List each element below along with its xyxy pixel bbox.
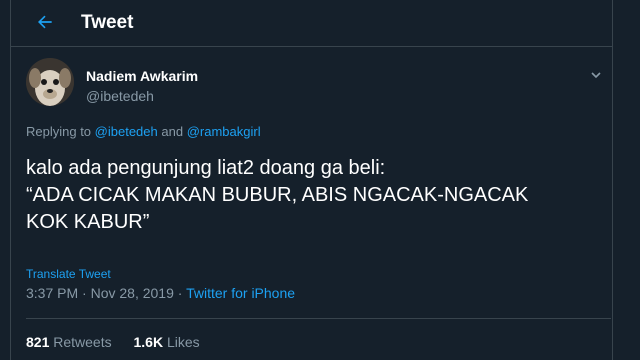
author-handle[interactable]: @ibetedeh bbox=[86, 88, 154, 104]
likes-stat[interactable]: 1.6K Likes bbox=[134, 334, 200, 350]
mention-link-1[interactable]: @ibetedeh bbox=[95, 124, 158, 139]
tweet-time[interactable]: 3:37 PM bbox=[26, 285, 78, 301]
retweets-stat[interactable]: 821 Retweets bbox=[26, 334, 112, 350]
tweet-date[interactable]: Nov 28, 2019 bbox=[91, 285, 174, 301]
arrow-left-icon bbox=[38, 15, 52, 29]
replying-to: Replying to @ibetedeh and @rambakgirl bbox=[26, 124, 261, 139]
likes-label: Likes bbox=[166, 334, 200, 350]
chevron-down-icon bbox=[591, 72, 601, 79]
tweet-line: KOK KABUR” bbox=[26, 211, 150, 233]
replying-to-label: Replying to bbox=[26, 124, 92, 139]
replying-to-conj: and bbox=[161, 124, 184, 139]
header-bar: Tweet bbox=[11, 0, 612, 47]
like-count: 1.6K bbox=[133, 334, 164, 350]
tweet-detail-panel: Tweet Nadiem Awkarim @ibetedeh Replying … bbox=[10, 0, 613, 360]
tweet-line: “ADA CICAK MAKAN BUBUR, ABIS NGACAK-NGAC… bbox=[26, 184, 529, 206]
retweet-count: 821 bbox=[26, 334, 50, 350]
translate-tweet-link[interactable]: Translate Tweet bbox=[26, 267, 111, 281]
author-name[interactable]: Nadiem Awkarim bbox=[86, 68, 198, 84]
tweet-line: kalo ada pengunjung liat2 doang ga beli: bbox=[26, 157, 386, 179]
meta-separator: · bbox=[177, 285, 183, 301]
back-button[interactable] bbox=[33, 10, 57, 34]
more-options-button[interactable] bbox=[589, 68, 603, 82]
mention-link-2[interactable]: @rambakgirl bbox=[187, 124, 261, 139]
divider bbox=[26, 318, 611, 319]
tweet-text: kalo ada pengunjung liat2 doang ga beli:… bbox=[26, 155, 616, 236]
avatar-image bbox=[26, 58, 74, 106]
page-title: Tweet bbox=[81, 12, 134, 33]
tweet-source-link[interactable]: Twitter for iPhone bbox=[186, 285, 295, 301]
tweet-stats: 821 Retweets 1.6K Likes bbox=[26, 334, 218, 350]
retweets-label: Retweets bbox=[53, 334, 112, 350]
meta-separator: · bbox=[82, 285, 87, 301]
tweet-meta: 3:37 PM · Nov 28, 2019 · Twitter for iPh… bbox=[26, 285, 295, 301]
avatar[interactable] bbox=[26, 58, 74, 106]
